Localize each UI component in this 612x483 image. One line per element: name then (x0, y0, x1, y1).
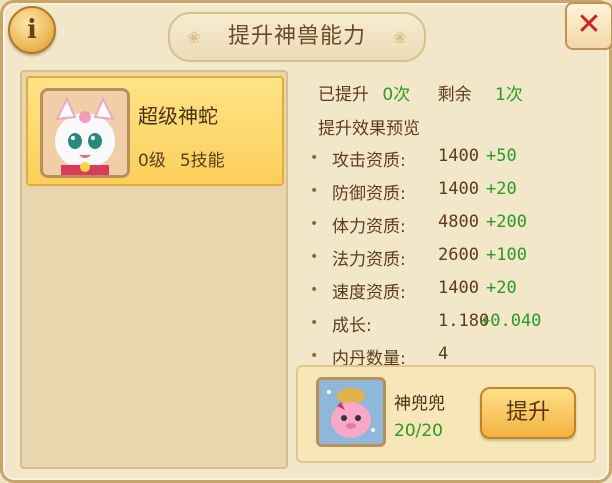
improved-value: 0次 (382, 85, 411, 105)
bullet-icon: • (310, 315, 319, 331)
info-icon: i (27, 15, 37, 45)
upgrade-button[interactable]: 提升 (480, 387, 576, 439)
stat-list: • 攻击资质: 1400 +50 • 防御资质: 1400 +20 • 体力资质… (310, 146, 590, 377)
item-name: 神兜兜 (394, 394, 445, 414)
bullet-icon: • (310, 249, 319, 265)
bullet-icon: • (310, 216, 319, 232)
stat-row: • 攻击资质: 1400 +50 (310, 146, 590, 179)
stat-label: 法力资质: (332, 250, 406, 270)
stat-increase: +0.040 (480, 311, 542, 331)
stat-row: • 体力资质: 4800 +200 (310, 212, 590, 245)
pink-pig-bag-icon[interactable] (316, 377, 386, 447)
upgrade-item-box: 神兜兜 20/20 提升 (296, 365, 596, 463)
stat-value: 2600 (438, 245, 479, 265)
bullet-icon: • (310, 348, 319, 364)
stat-value: 1400 (438, 146, 479, 166)
pet-summary: 0级 5技能 (138, 146, 225, 171)
upgrade-info: 已提升 0次 剩余 1次 提升效果预览 (318, 80, 598, 144)
stat-increase: +20 (486, 278, 517, 298)
item-count: 20/20 (394, 421, 443, 441)
stat-value: 4 (438, 344, 449, 364)
stat-increase: +20 (486, 179, 517, 199)
close-icon: ✕ (576, 7, 602, 42)
stat-value: 4800 (438, 212, 479, 232)
pet-skills: 5技能 (179, 151, 225, 171)
pet-card-selected[interactable]: 超级神蛇 0级 5技能 (26, 76, 284, 186)
stat-increase: +50 (486, 146, 517, 166)
stat-value: 1400 (438, 278, 479, 298)
remaining-value: 1次 (495, 85, 523, 105)
stat-label: 攻击资质: (332, 151, 406, 171)
remaining-label: 剩余 (437, 85, 472, 105)
stat-row: • 法力资质: 2600 +100 (310, 245, 590, 278)
stat-row: • 速度资质: 1400 +20 (310, 278, 590, 311)
pet-level: 0级 (138, 151, 166, 171)
stat-row: • 成长: 1.180 +0.040 (310, 311, 590, 344)
stat-label: 防御资质: (332, 184, 406, 204)
pet-list-panel[interactable]: 超级神蛇 0级 5技能 (20, 70, 288, 469)
white-dragon-portrait-icon (40, 88, 130, 178)
stat-increase: +100 (486, 245, 527, 265)
ornament-icon: ❀ (393, 28, 407, 47)
bullet-icon: • (310, 150, 319, 166)
pet-name: 超级神蛇 (138, 104, 218, 128)
preview-header: 提升效果预览 (318, 119, 420, 139)
stat-row: • 防御资质: 1400 +20 (310, 179, 590, 212)
info-button[interactable]: i (8, 6, 56, 54)
ornament-icon: ❀ (187, 28, 201, 47)
stat-increase: +200 (486, 212, 527, 232)
stat-label: 成长: (332, 316, 372, 336)
improved-label: 已提升 (318, 85, 369, 105)
stat-value: 1400 (438, 179, 479, 199)
bullet-icon: • (310, 282, 319, 298)
close-button[interactable]: ✕ (565, 2, 612, 50)
title-bar: ❀ 提升神兽能力 ❀ (168, 12, 426, 62)
bullet-icon: • (310, 183, 319, 199)
upgrade-count-row: 已提升 0次 剩余 1次 (318, 80, 598, 108)
stat-label: 体力资质: (332, 217, 406, 237)
stat-label: 速度资质: (332, 283, 406, 303)
